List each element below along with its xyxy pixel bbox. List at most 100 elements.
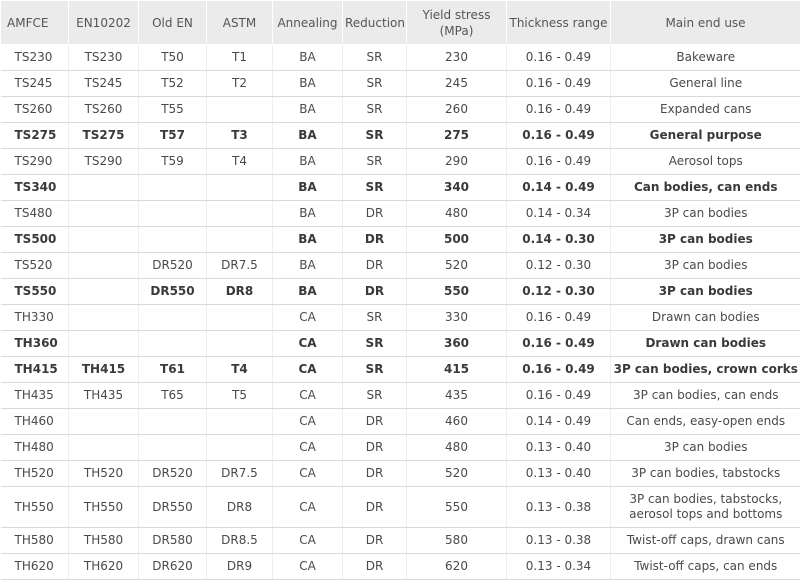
header-thickness-range: Thickness range: [506, 0, 611, 45]
cell-reduction: SR: [342, 356, 407, 383]
cell-annealing: BA: [272, 44, 343, 71]
table-row: TH520 TH520 DR520 DR7.5 CA DR 520 0.13 - 0.40 3P…: [0, 460, 800, 487]
header-row: AMFCE EN10202 Old EN ASTM Annealing Redu…: [0, 0, 800, 45]
cell-astm: DR7.5: [206, 252, 273, 279]
cell-thickness-range: 0.16 - 0.49: [506, 44, 611, 71]
cell-yield-stress: 550: [406, 278, 507, 305]
cell-astm: DR7.5: [206, 460, 273, 487]
table-row: TS290 TS290 T59 T4 BA SR 290 0.16 - 0.49 Aerosol…: [0, 148, 800, 175]
cell-astm: DR8.5: [206, 527, 273, 554]
cell-thickness-range: 0.14 - 0.49: [506, 174, 611, 201]
cell-amfce: TS500: [0, 226, 69, 253]
cell-yield-stress: 480: [406, 434, 507, 461]
cell-yield-stress: 260: [406, 96, 507, 123]
cell-old-en: T50: [138, 44, 207, 71]
cell-amfce: TS245: [0, 70, 69, 97]
cell-yield-stress: 275: [406, 122, 507, 149]
cell-reduction: DR: [342, 200, 407, 227]
cell-yield-stress: 340: [406, 174, 507, 201]
cell-reduction: SR: [342, 44, 407, 71]
cell-main-end-use: Bakeware: [610, 44, 800, 71]
cell-old-en: [138, 226, 207, 253]
cell-thickness-range: 0.16 - 0.49: [506, 382, 611, 409]
cell-amfce: TH550: [0, 486, 69, 528]
cell-thickness-range: 0.13 - 0.38: [506, 486, 611, 528]
cell-reduction: DR: [342, 252, 407, 279]
cell-old-en: DR520: [138, 252, 207, 279]
cell-astm: T4: [206, 356, 273, 383]
cell-thickness-range: 0.16 - 0.49: [506, 70, 611, 97]
cell-annealing: BA: [272, 174, 343, 201]
cell-en10202: TH435: [68, 382, 139, 409]
cell-main-end-use: Drawn can bodies: [610, 330, 800, 357]
header-yield-stress: Yield stress (MPa): [406, 0, 507, 45]
cell-thickness-range: 0.12 - 0.30: [506, 278, 611, 305]
cell-yield-stress: 500: [406, 226, 507, 253]
cell-main-end-use: 3P can bodies: [610, 252, 800, 279]
cell-en10202: TS230: [68, 44, 139, 71]
cell-old-en: [138, 434, 207, 461]
cell-en10202: [68, 304, 139, 331]
cell-en10202: [68, 434, 139, 461]
table-row: TH435 TH435 T65 T5 CA SR 435 0.16 - 0.49 3P can …: [0, 382, 800, 409]
cell-amfce: TS550: [0, 278, 69, 305]
cell-amfce: TS230: [0, 44, 69, 71]
cell-main-end-use: 3P can bodies: [610, 434, 800, 461]
cell-annealing: BA: [272, 70, 343, 97]
cell-reduction: DR: [342, 226, 407, 253]
cell-en10202: TH520: [68, 460, 139, 487]
cell-amfce: TH330: [0, 304, 69, 331]
cell-old-en: T59: [138, 148, 207, 175]
cell-amfce: TS290: [0, 148, 69, 175]
cell-annealing: CA: [272, 408, 343, 435]
cell-annealing: BA: [272, 226, 343, 253]
cell-astm: [206, 226, 273, 253]
cell-astm: [206, 304, 273, 331]
cell-reduction: SR: [342, 148, 407, 175]
cell-annealing: CA: [272, 434, 343, 461]
cell-en10202: [68, 174, 139, 201]
table-row: TH360 CA SR 360 0.16 - 0.49 Drawn can bodies: [0, 330, 800, 357]
cell-thickness-range: 0.13 - 0.40: [506, 434, 611, 461]
cell-amfce: TH460: [0, 408, 69, 435]
cell-main-end-use: 3P can bodies: [610, 226, 800, 253]
cell-main-end-use: 3P can bodies, tabstocks, aerosol tops a…: [610, 486, 800, 528]
cell-thickness-range: 0.13 - 0.38: [506, 527, 611, 554]
cell-old-en: [138, 304, 207, 331]
table-row: TS340 BA SR 340 0.14 - 0.49 Can bodies, can e…: [0, 174, 800, 201]
cell-reduction: SR: [342, 70, 407, 97]
cell-amfce: TH620: [0, 553, 69, 580]
cell-amfce: TS260: [0, 96, 69, 123]
cell-amfce: TH520: [0, 460, 69, 487]
cell-thickness-range: 0.16 - 0.49: [506, 122, 611, 149]
cell-en10202: TH415: [68, 356, 139, 383]
cell-main-end-use: 3P can bodies: [610, 278, 800, 305]
cell-reduction: SR: [342, 330, 407, 357]
cell-en10202: TS290: [68, 148, 139, 175]
cell-astm: [206, 96, 273, 123]
cell-astm: T4: [206, 148, 273, 175]
table-row: TH620 TH620 DR620 DR9 CA DR 620 0.13 - 0.34 Twis…: [0, 553, 800, 580]
cell-old-en: T52: [138, 70, 207, 97]
cell-main-end-use: 3P can bodies, crown corks: [610, 356, 800, 383]
cell-yield-stress: 520: [406, 252, 507, 279]
cell-reduction: DR: [342, 460, 407, 487]
cell-yield-stress: 290: [406, 148, 507, 175]
cell-amfce: TS340: [0, 174, 69, 201]
cell-amfce: TS480: [0, 200, 69, 227]
cell-thickness-range: 0.16 - 0.49: [506, 330, 611, 357]
cell-old-en: [138, 330, 207, 357]
cell-en10202: TS245: [68, 70, 139, 97]
cell-yield-stress: 415: [406, 356, 507, 383]
table-body: TS230 TS230 T50 T1 BA SR 230 0.16 - 0.49 Bakewar…: [0, 44, 800, 580]
cell-astm: DR8: [206, 278, 273, 305]
cell-astm: [206, 174, 273, 201]
cell-annealing: BA: [272, 252, 343, 279]
cell-annealing: CA: [272, 382, 343, 409]
cell-en10202: [68, 252, 139, 279]
cell-old-en: DR550: [138, 486, 207, 528]
cell-reduction: DR: [342, 486, 407, 528]
cell-astm: T3: [206, 122, 273, 149]
cell-annealing: CA: [272, 356, 343, 383]
cell-en10202: [68, 200, 139, 227]
